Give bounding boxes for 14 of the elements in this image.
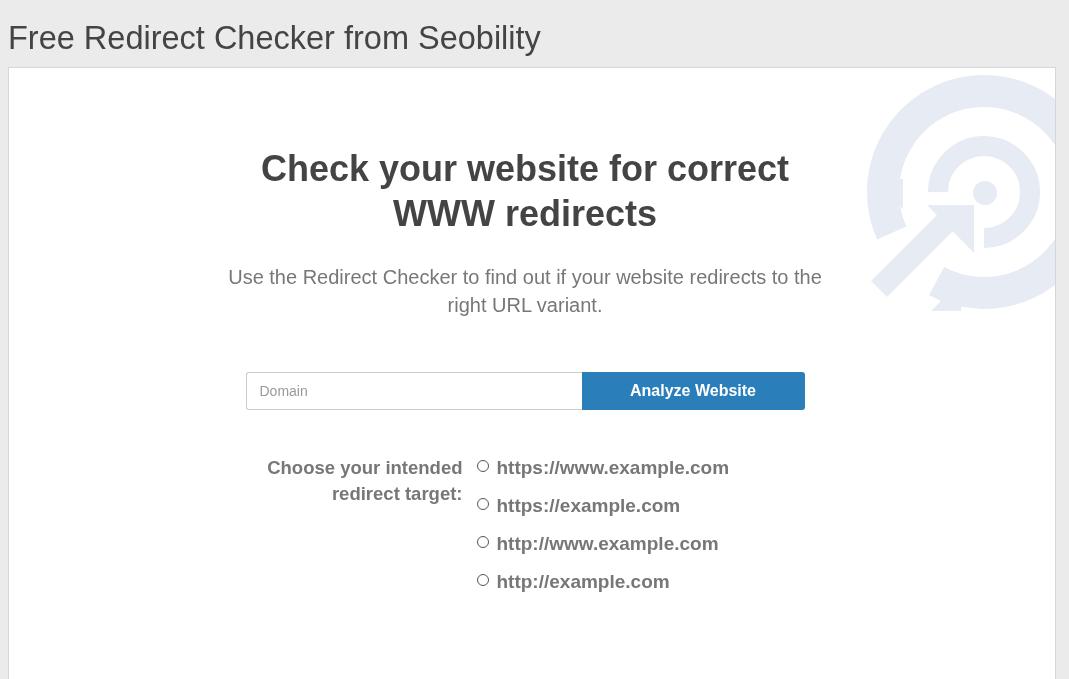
radio-option-label[interactable]: https://www.example.com <box>496 455 730 481</box>
radio-option-label[interactable]: http://www.example.com <box>496 531 719 557</box>
radio-option-label[interactable]: https://example.com <box>496 493 681 519</box>
radio-button[interactable] <box>476 498 489 510</box>
radio-button[interactable] <box>476 460 489 472</box>
hero-heading: Check your website for correct WWW redirects <box>259 147 791 236</box>
hero-description: Use the Redirect Checker to find out if your website redirects to the right URL variant. <box>227 265 823 318</box>
radio-option-label[interactable]: http://example.com <box>496 569 670 595</box>
radio-button[interactable] <box>476 536 489 548</box>
domain-input-field[interactable]: Domain <box>245 372 582 410</box>
redirect-target-label: Choose your intended redirect target: <box>266 456 463 506</box>
page-title: Free Redirect Checker from Seobility <box>8 19 541 58</box>
radio-button[interactable] <box>476 574 489 586</box>
analyze-website-button[interactable]: Analyze Website <box>581 372 805 410</box>
